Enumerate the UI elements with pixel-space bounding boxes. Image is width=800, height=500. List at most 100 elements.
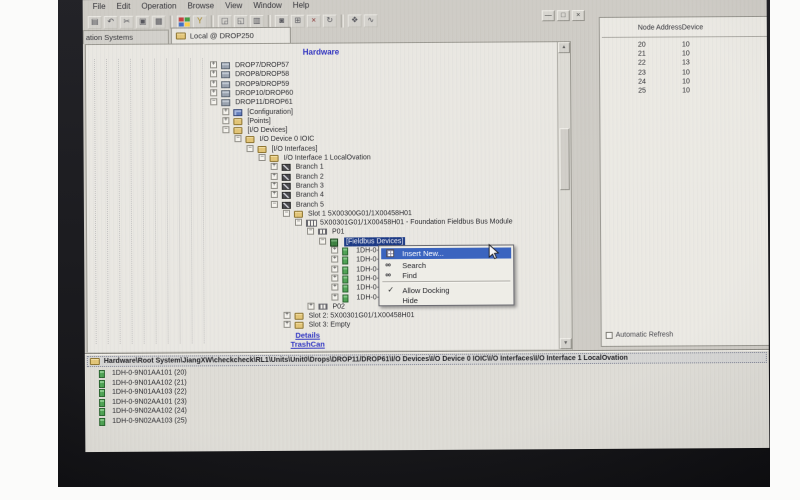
checkbox-icon[interactable] xyxy=(606,332,613,339)
node-address-cell[interactable]: 24 xyxy=(638,78,646,85)
expand-box[interactable]: + xyxy=(331,265,338,272)
expand-box[interactable]: + xyxy=(210,89,217,96)
expand-box[interactable]: + xyxy=(271,172,278,179)
expand-box[interactable]: + xyxy=(222,117,229,124)
collapse-box[interactable]: − xyxy=(307,228,314,235)
expand-box[interactable]: + xyxy=(331,256,338,263)
paste-icon[interactable]: ▦ xyxy=(152,15,166,28)
port-icon xyxy=(318,229,327,235)
node-address-cell[interactable]: 21 xyxy=(638,51,646,58)
device-label: 1DH-0-9N02AA102 (24) xyxy=(112,407,187,416)
pan-icon[interactable]: ∿ xyxy=(364,14,378,27)
tree-node-label: Branch 3 xyxy=(296,182,324,191)
menu-file[interactable]: File xyxy=(93,2,106,13)
collapse-box[interactable]: − xyxy=(247,145,254,152)
menu-view[interactable]: View xyxy=(225,1,242,12)
ovation-logo-icon xyxy=(178,17,189,26)
ovation-logo-icon[interactable] xyxy=(177,15,191,28)
copy-icon[interactable]: ▣ xyxy=(136,15,150,28)
scroll-down-arrow[interactable]: ▼ xyxy=(560,338,572,349)
selected-path-row[interactable]: Hardware\Root System\JiangXW\checkcheck\… xyxy=(87,352,767,367)
menu-item-label: Insert New... xyxy=(402,249,444,258)
collapse-box[interactable]: − xyxy=(283,210,290,217)
import-icon[interactable]: ◲ xyxy=(218,15,232,28)
tree-node-label: DROP9/DROP59 xyxy=(235,79,289,88)
menu-edit[interactable]: Edit xyxy=(117,2,131,13)
expand-box[interactable]: + xyxy=(307,302,314,309)
tree-node-label: [Points] xyxy=(247,117,270,126)
logo-square xyxy=(178,17,183,21)
device-cell[interactable]: 10 xyxy=(682,87,690,94)
device-cell[interactable]: 10 xyxy=(682,51,690,58)
branch-icon xyxy=(282,183,291,190)
collapse-box[interactable]: − xyxy=(210,98,217,105)
expand-box[interactable]: + xyxy=(331,247,338,254)
select-icon[interactable]: ⊞ xyxy=(291,14,305,27)
node-address-cell[interactable]: 20 xyxy=(638,42,646,49)
device-cell[interactable]: 13 xyxy=(682,60,690,67)
menu-window[interactable]: Window xyxy=(253,1,282,12)
collapse-box[interactable]: − xyxy=(259,154,266,161)
expand-box[interactable]: + xyxy=(210,71,217,78)
expand-box[interactable]: + xyxy=(284,312,291,319)
context-menu-item-hide[interactable]: Hide xyxy=(381,294,511,305)
expand-box[interactable]: + xyxy=(210,80,217,87)
cut-icon[interactable]: ✂ xyxy=(120,15,134,28)
hardware-path: Hardware\Root System\JiangXW\checkcheck\… xyxy=(104,355,628,365)
collapse-box[interactable]: − xyxy=(271,200,278,207)
duplicate-icon[interactable]: ▥ xyxy=(250,14,264,27)
expand-box[interactable]: + xyxy=(222,108,229,115)
expand-box[interactable]: + xyxy=(284,321,291,328)
node-address-cell[interactable]: 25 xyxy=(638,88,646,95)
expand-box[interactable]: + xyxy=(331,284,338,291)
minimize-button[interactable]: — xyxy=(542,10,555,21)
expand-box[interactable]: + xyxy=(271,191,278,198)
collapse-box[interactable]: − xyxy=(234,136,241,143)
expand-box[interactable]: + xyxy=(331,274,338,281)
node-address-cell[interactable]: 23 xyxy=(638,69,646,76)
menu-operation[interactable]: Operation xyxy=(141,2,176,13)
folder-icon xyxy=(245,136,254,143)
header-divider xyxy=(602,36,770,38)
details-link[interactable]: Details xyxy=(238,330,378,340)
export-icon[interactable]: ◱ xyxy=(234,15,248,28)
device-cell[interactable]: 10 xyxy=(682,78,690,85)
toolbar-separator xyxy=(341,14,344,27)
node-address-cell[interactable]: 22 xyxy=(638,60,646,67)
tree-node-label: Branch 1 xyxy=(296,163,324,172)
context-menu-item-find[interactable]: ∞Find xyxy=(381,269,511,280)
filter-icon[interactable]: Y xyxy=(193,15,207,28)
device-icon xyxy=(342,294,348,302)
collapse-box[interactable]: − xyxy=(222,126,229,133)
close-button[interactable]: × xyxy=(572,10,585,21)
trashcan-link[interactable]: TrashCan xyxy=(238,340,378,350)
device-cell[interactable]: 10 xyxy=(682,41,690,48)
collapse-box[interactable]: − xyxy=(319,237,326,244)
menu-help[interactable]: Help xyxy=(293,1,310,12)
tab-ovation-systems[interactable]: ation Systems xyxy=(83,30,169,45)
collapse-box[interactable]: − xyxy=(295,219,302,226)
menu-browse[interactable]: Browse xyxy=(187,1,214,12)
expand-box[interactable]: + xyxy=(271,163,278,170)
find-icon[interactable]: ❖ xyxy=(348,14,362,27)
logo-square xyxy=(178,22,183,26)
expand-box[interactable]: + xyxy=(210,61,217,68)
monitor-photo: File Edit Operation Browse View Window Help ▤↶… xyxy=(58,0,770,487)
device-cell[interactable]: 10 xyxy=(682,69,690,76)
delete-icon[interactable]: × xyxy=(307,14,321,27)
toolbar-separator xyxy=(211,15,214,28)
logo-square xyxy=(184,17,189,21)
undo-icon[interactable]: ↶ xyxy=(104,15,118,28)
device-list-item[interactable]: 1DH-0-9N02AA103 (25) xyxy=(99,415,399,426)
device-label: 1DH-0-9N02AA103 (25) xyxy=(112,416,187,425)
camera-icon[interactable]: ◙ xyxy=(275,14,289,27)
print-icon[interactable]: ▤ xyxy=(88,15,102,28)
expand-box[interactable]: + xyxy=(271,182,278,189)
scroll-up-arrow[interactable]: ▲ xyxy=(558,42,570,53)
tab-local-drop250[interactable]: Local @ DROP250 xyxy=(171,27,291,44)
tree-node-label: DROP7/DROP57 xyxy=(235,61,289,70)
automatic-refresh-checkbox[interactable]: Automatic Refresh xyxy=(606,331,674,338)
expand-box[interactable]: + xyxy=(331,293,338,300)
restore-button[interactable]: □ xyxy=(557,10,570,21)
refresh-icon[interactable]: ↻ xyxy=(323,14,337,27)
